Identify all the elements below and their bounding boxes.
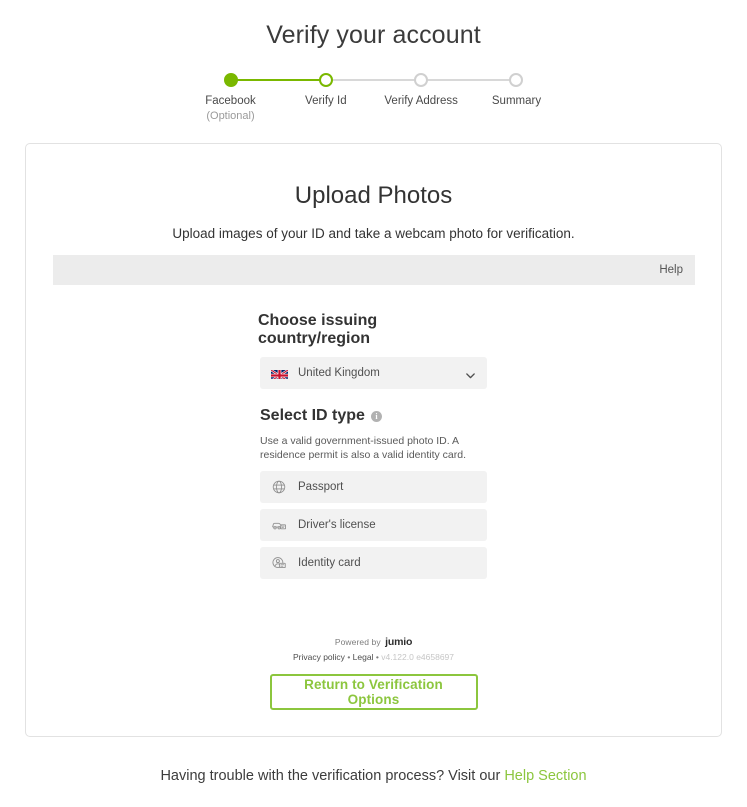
verification-page: Verify your account Facebook (Optional) … bbox=[0, 0, 747, 807]
info-icon[interactable]: i bbox=[370, 410, 382, 422]
step-label-facebook: Facebook (Optional) bbox=[193, 94, 269, 124]
id-option-passport-label: Passport bbox=[298, 481, 344, 493]
powered-by-label: Powered by bbox=[334, 637, 381, 647]
step-dot-summary[interactable] bbox=[509, 73, 524, 87]
legal-separator-2: • bbox=[375, 652, 379, 662]
country-heading-text: Choose issuing country/region bbox=[258, 312, 378, 347]
legal-separator-1: • bbox=[347, 652, 351, 662]
id-option-identity-card-label: Identity card bbox=[298, 557, 361, 569]
id-option-identity-card[interactable]: Identity card bbox=[260, 547, 487, 579]
bottom-help-label: Having trouble with the verification pro… bbox=[160, 768, 501, 784]
id-option-passport[interactable]: Passport bbox=[260, 471, 487, 503]
stepper-line-progress bbox=[231, 79, 322, 81]
step-dot-verify-id[interactable] bbox=[318, 73, 333, 87]
bottom-help-text: Having trouble with the verification pro… bbox=[0, 768, 747, 784]
form-inner: Choose issuing country/region United Kin… bbox=[258, 312, 487, 579]
step-label-facebook-text: Facebook bbox=[205, 95, 256, 107]
step-label-verify-id: Verify Id bbox=[305, 95, 347, 107]
id-type-heading: Select ID type i bbox=[260, 407, 487, 425]
country-select[interactable]: United Kingdom bbox=[260, 357, 487, 389]
stepper-track bbox=[223, 72, 524, 88]
step-dot-facebook[interactable] bbox=[223, 73, 238, 87]
progress-stepper: Facebook (Optional) Verify Id Verify Add… bbox=[205, 72, 541, 124]
identity-card-icon bbox=[271, 555, 287, 571]
card-title: Upload Photos bbox=[294, 182, 453, 209]
step-label-summary: Summary bbox=[491, 95, 542, 107]
card-subtitle: Upload images of your ID and take a webc… bbox=[172, 226, 575, 241]
help-link[interactable]: Help bbox=[659, 264, 695, 276]
page-title: Verify your account bbox=[266, 21, 481, 49]
country-selected-value: United Kingdom bbox=[298, 367, 380, 379]
country-heading: Choose issuing country/region bbox=[258, 312, 487, 348]
help-section-link[interactable]: Help Section bbox=[504, 768, 586, 784]
id-option-drivers-license[interactable]: Driver's license bbox=[260, 509, 487, 541]
step-label-verify-address: Verify Address bbox=[384, 95, 458, 107]
stepper-labels: Facebook (Optional) Verify Id Verify Add… bbox=[205, 94, 541, 124]
drivers-license-car-icon bbox=[271, 517, 287, 533]
step-label-facebook-sub: (Optional) bbox=[206, 110, 255, 122]
form-body: Choose issuing country/region United Kin… bbox=[26, 312, 721, 585]
legal-link[interactable]: Legal bbox=[353, 652, 374, 662]
united-kingdom-flag-icon bbox=[271, 368, 288, 379]
id-option-drivers-license-label: Driver's license bbox=[298, 519, 376, 531]
branding-footer: Powered by jumio Privacy policy • Legal … bbox=[26, 632, 721, 662]
return-to-verification-options-button[interactable]: Return to Verification Options bbox=[269, 674, 478, 710]
upload-photos-card: Upload Photos Upload images of your ID a… bbox=[25, 143, 722, 737]
passport-globe-icon bbox=[271, 479, 287, 495]
chevron-down-icon bbox=[465, 368, 476, 379]
jumio-wordmark: jumio bbox=[385, 636, 413, 648]
version-label: v4.122.0 e4658697 bbox=[381, 652, 455, 662]
step-dot-verify-address[interactable] bbox=[414, 73, 429, 87]
help-bar: Help bbox=[53, 255, 695, 285]
id-type-heading-text: Select ID type bbox=[260, 407, 365, 424]
legal-line: Privacy policy • Legal • v4.122.0 e46586… bbox=[26, 652, 721, 662]
powered-by-line: Powered by jumio bbox=[26, 632, 721, 650]
id-type-description: Use a valid government-issued photo ID. … bbox=[260, 435, 467, 461]
privacy-policy-link[interactable]: Privacy policy bbox=[293, 652, 345, 662]
